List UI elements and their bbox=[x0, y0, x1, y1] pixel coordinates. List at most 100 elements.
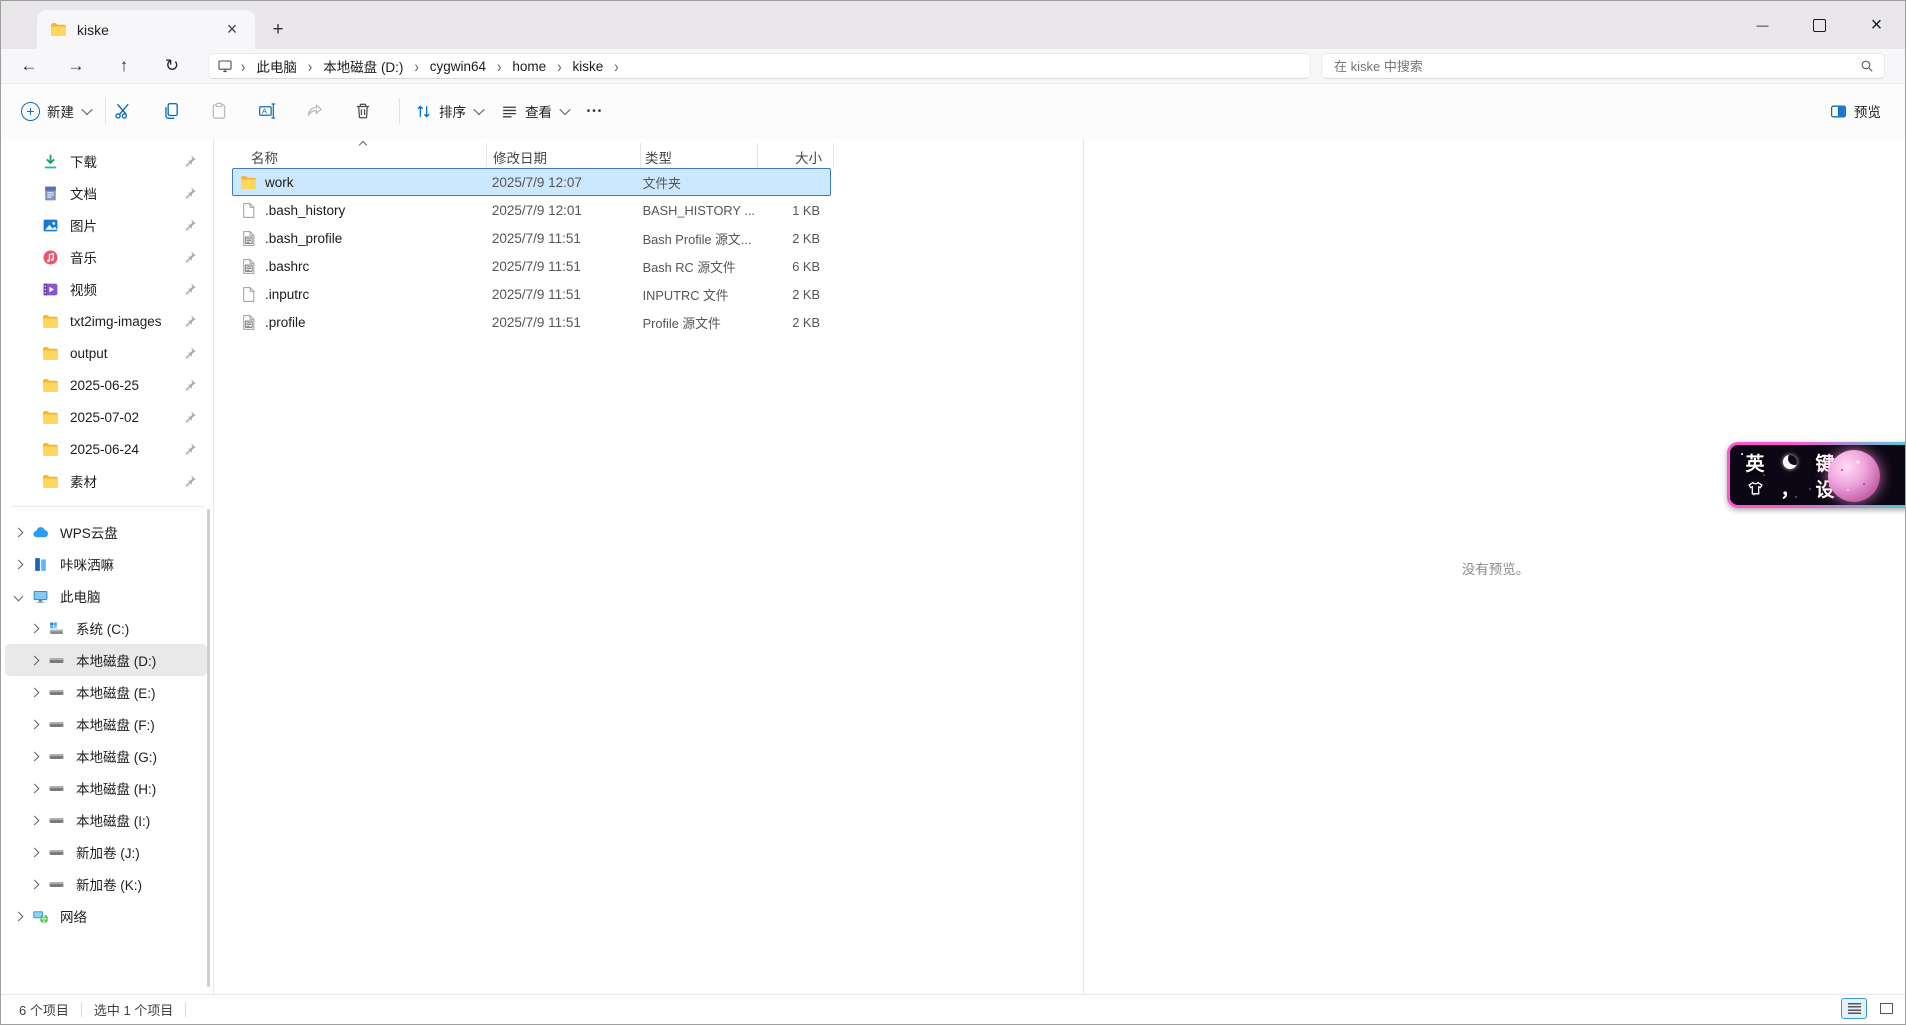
file-name: work bbox=[265, 174, 294, 190]
chevron-right-icon[interactable] bbox=[29, 623, 39, 633]
search-icon[interactable] bbox=[1860, 59, 1874, 73]
breadcrumb-drive-d[interactable]: 本地磁盘 (D:) bbox=[316, 54, 410, 78]
maximize-button[interactable] bbox=[1791, 1, 1848, 49]
chevron-down-icon bbox=[81, 103, 93, 116]
share-button[interactable] bbox=[297, 93, 333, 129]
column-header-date[interactable]: 修改日期 bbox=[487, 143, 641, 169]
file-row-profile[interactable]: .profile 2025/7/9 11:51 Profile 源文件 2 KB bbox=[232, 308, 831, 336]
sidebar-item-netdisk[interactable]: 咔咪洒嘛 bbox=[5, 548, 207, 580]
sidebar-item-drive-d[interactable]: 本地磁盘 (D:) bbox=[5, 644, 207, 676]
refresh-icon[interactable]: ↻ bbox=[156, 51, 188, 81]
svg-text:A: A bbox=[262, 107, 267, 116]
column-header-type[interactable]: 类型 bbox=[641, 143, 758, 169]
sidebar-item-drive-j[interactable]: 新加卷 (J:) bbox=[5, 836, 207, 868]
file-row-bash-profile[interactable]: .bash_profile 2025/7/9 11:51 Bash Profil… bbox=[232, 224, 831, 252]
breadcrumb-home[interactable]: home bbox=[505, 57, 553, 76]
file-row-inputrc[interactable]: .inputrc 2025/7/9 11:51 INPUTRC 文件 2 KB bbox=[232, 280, 831, 308]
ime-english-mode[interactable]: 英 bbox=[1745, 449, 1764, 476]
more-icon[interactable] bbox=[577, 93, 613, 129]
sidebar-item-drive-c[interactable]: 系统 (C:) bbox=[5, 612, 207, 644]
sidebar-item-downloads[interactable]: 下载 bbox=[5, 145, 207, 177]
sidebar-item-sucai[interactable]: 素材 bbox=[5, 465, 207, 497]
sidebar-item-this-pc[interactable]: 此电脑 bbox=[5, 580, 207, 612]
pictures-icon bbox=[41, 216, 59, 234]
details-view-button[interactable] bbox=[1841, 998, 1867, 1019]
sidebar-item-txt2img-images[interactable]: txt2img-images bbox=[5, 305, 207, 337]
chevron-right-icon[interactable] bbox=[29, 879, 39, 889]
new-button[interactable]: 新建 bbox=[11, 93, 101, 129]
sidebar-item-music[interactable]: 音乐 bbox=[5, 241, 207, 273]
file-date: 2025/7/9 12:07 bbox=[491, 174, 582, 190]
ime-status-overlay[interactable]: 英 键 ， 设 bbox=[1727, 442, 1905, 508]
sidebar-item-network[interactable]: 网络 bbox=[5, 900, 207, 932]
paste-button[interactable] bbox=[201, 93, 237, 129]
chevron-right-icon[interactable] bbox=[29, 815, 39, 825]
pin-icon bbox=[183, 282, 197, 296]
sidebar-item-videos[interactable]: 视频 bbox=[5, 273, 207, 305]
document-icon bbox=[41, 184, 59, 202]
sidebar-item-drive-i[interactable]: 本地磁盘 (I:) bbox=[5, 804, 207, 836]
sidebar-item-2025-06-24[interactable]: 2025-06-24 bbox=[5, 433, 207, 465]
breadcrumb-kiske[interactable]: kiske bbox=[566, 57, 611, 76]
sort-button[interactable]: 排序 bbox=[405, 93, 493, 129]
large-icons-view-button[interactable] bbox=[1873, 998, 1899, 1019]
chevron-right-icon[interactable] bbox=[29, 847, 39, 857]
chevron-right-icon[interactable] bbox=[29, 719, 39, 729]
chevron-right-icon[interactable] bbox=[13, 559, 23, 569]
sidebar-item-drive-h[interactable]: 本地磁盘 (H:) bbox=[5, 772, 207, 804]
chevron-right-icon[interactable] bbox=[13, 911, 23, 921]
rename-button[interactable]: A bbox=[249, 93, 285, 129]
sidebar-item-drive-f[interactable]: 本地磁盘 (F:) bbox=[5, 708, 207, 740]
cut-button[interactable] bbox=[105, 93, 141, 129]
sidebar-item-pictures[interactable]: 图片 bbox=[5, 209, 207, 241]
chevron-right-icon[interactable] bbox=[29, 751, 39, 761]
chevron-right-icon[interactable] bbox=[13, 527, 23, 537]
file-row-work[interactable]: work 2025/7/9 12:07 文件夹 bbox=[232, 168, 831, 196]
chevron-right-icon[interactable] bbox=[29, 783, 39, 793]
file-explorer-window: kiske ← → ↑ ↻ › 此电脑 › 本地磁盘 (D:) › cygwin… bbox=[0, 0, 1906, 1025]
sidebar-scrollbar[interactable] bbox=[207, 509, 210, 987]
breadcrumb-cygwin64[interactable]: cygwin64 bbox=[423, 57, 493, 76]
up-icon[interactable]: ↑ bbox=[108, 51, 140, 81]
drive-icon bbox=[47, 811, 65, 829]
chevron-right-icon[interactable] bbox=[29, 655, 39, 665]
file-date: 2025/7/9 11:51 bbox=[491, 258, 581, 274]
sidebar-item-2025-07-02[interactable]: 2025-07-02 bbox=[5, 401, 207, 433]
column-header-size[interactable]: 大小 bbox=[758, 143, 834, 169]
sidebar-item-documents[interactable]: 文档 bbox=[5, 177, 207, 209]
forward-icon[interactable]: → bbox=[60, 51, 92, 81]
delete-button[interactable] bbox=[345, 93, 381, 129]
file-row-bashrc[interactable]: .bashrc 2025/7/9 11:51 Bash RC 源文件 6 KB bbox=[232, 252, 831, 280]
breadcrumb-this-pc[interactable]: 此电脑 bbox=[249, 54, 304, 78]
moon-icon[interactable] bbox=[1783, 455, 1797, 469]
tab-kiske[interactable]: kiske bbox=[37, 10, 255, 49]
sidebar-item-output[interactable]: output bbox=[5, 337, 207, 369]
file-name: .bash_history bbox=[265, 202, 346, 218]
sidebar-item-2025-06-25[interactable]: 2025-06-25 bbox=[5, 369, 207, 401]
minimize-button[interactable] bbox=[1734, 1, 1791, 49]
new-tab-button[interactable] bbox=[265, 17, 291, 43]
search-input[interactable] bbox=[1332, 57, 1860, 75]
sidebar-item-wps-cloud[interactable]: WPS云盘 bbox=[5, 516, 207, 548]
preview-toggle-button[interactable]: 预览 bbox=[1820, 93, 1891, 129]
download-icon bbox=[41, 152, 59, 170]
plus-icon bbox=[21, 101, 40, 121]
chevron-right-icon[interactable] bbox=[29, 687, 39, 697]
chevron-down-icon[interactable] bbox=[13, 591, 23, 601]
copy-button[interactable] bbox=[153, 93, 189, 129]
file-row-bash-history[interactable]: .bash_history 2025/7/9 12:01 BASH_HISTOR… bbox=[232, 196, 831, 224]
column-header-name[interactable]: 名称 bbox=[232, 143, 487, 169]
navigation-pane: 下载 文档 图片 音乐 视频 txt2img-images output 202… bbox=[1, 139, 214, 997]
address-bar[interactable]: › 此电脑 › 本地磁盘 (D:) › cygwin64 › home › ki… bbox=[208, 53, 1311, 79]
skin-shirt-icon[interactable] bbox=[1747, 480, 1764, 497]
close-button[interactable] bbox=[1848, 1, 1905, 49]
back-icon[interactable]: ← bbox=[13, 51, 45, 81]
tab-close-icon[interactable] bbox=[219, 17, 245, 43]
sidebar-item-drive-e[interactable]: 本地磁盘 (E:) bbox=[5, 676, 207, 708]
ime-punctuation[interactable]: ， bbox=[1780, 475, 1799, 502]
sidebar-item-drive-g[interactable]: 本地磁盘 (G:) bbox=[5, 740, 207, 772]
ime-panel: 英 键 ， 设 bbox=[1730, 445, 1905, 505]
view-button[interactable]: 查看 bbox=[491, 93, 579, 129]
file-name: .profile bbox=[265, 314, 306, 330]
sidebar-item-drive-k[interactable]: 新加卷 (K:) bbox=[5, 868, 207, 900]
